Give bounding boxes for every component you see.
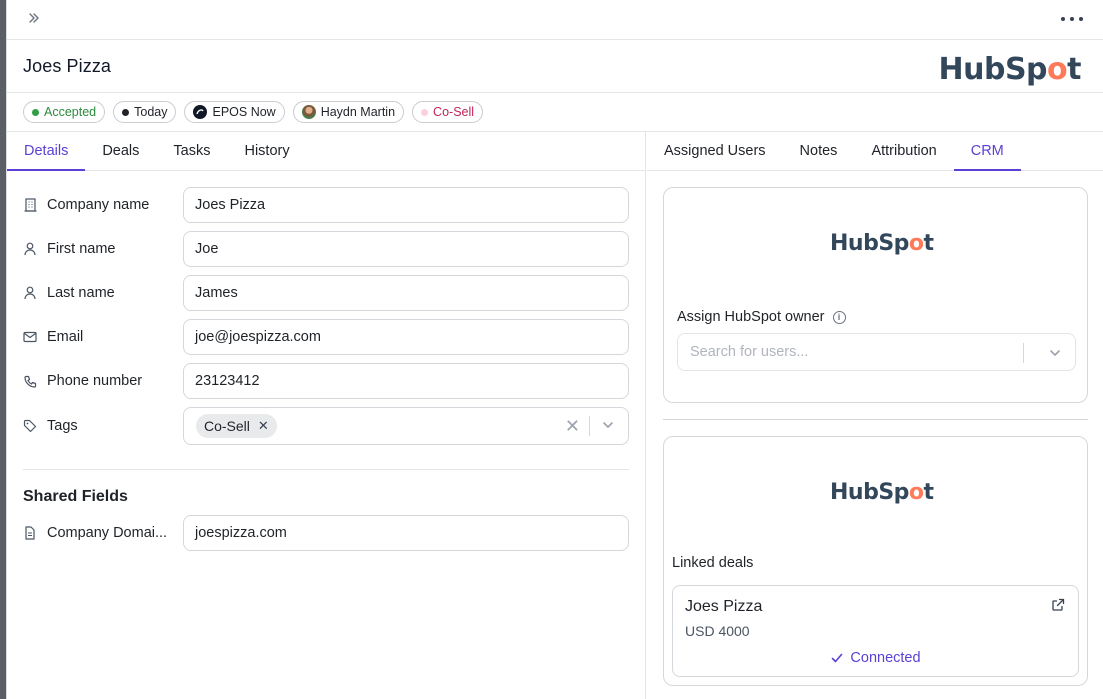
divider xyxy=(23,469,629,470)
phone-field[interactable]: 23123412 xyxy=(183,363,629,399)
mail-icon xyxy=(23,330,37,344)
status-dot-icon xyxy=(32,108,39,116)
email-label: Email xyxy=(47,329,84,345)
owner-search-input[interactable]: Search for users... xyxy=(677,333,1076,371)
clear-icon[interactable]: ✕ xyxy=(565,417,580,435)
title-bar: Joes Pizza HubSp o t xyxy=(7,40,1103,93)
record-panel: Joes Pizza HubSp o t Accepted Today EPOS N… xyxy=(6,0,1103,699)
remove-tag-icon[interactable]: ✕ xyxy=(258,418,269,434)
document-icon xyxy=(23,526,37,540)
linked-deals-card: HubSp o t Linked deals Joes Pizza USD 4000… xyxy=(663,436,1088,686)
dot-icon xyxy=(122,108,130,116)
date-badge[interactable]: Today xyxy=(113,101,177,123)
person-icon xyxy=(23,286,37,300)
owner-label: Assign HubSpot owner xyxy=(677,309,825,325)
company-domain-label: Company Domai... xyxy=(47,525,168,541)
last-name-field[interactable]: James xyxy=(183,275,629,311)
tab-history[interactable]: History xyxy=(227,132,306,171)
tab-crm[interactable]: CRM xyxy=(953,132,1021,171)
tags-field[interactable]: Co-Sell ✕ ✕ xyxy=(183,407,629,445)
deal-name: Joes Pizza xyxy=(685,598,763,615)
linked-deals-label: Linked deals xyxy=(672,555,754,571)
tags-label: Tags xyxy=(47,418,78,434)
deal-amount: USD 4000 xyxy=(685,623,750,639)
hubspot-logo: HubSp o t xyxy=(830,231,934,256)
owner-badge[interactable]: Haydn Martin xyxy=(292,101,405,123)
phone-icon xyxy=(23,374,37,388)
page-title: Joes Pizza xyxy=(23,56,112,76)
crm-pane: Assigned Users Notes Attribution CRM Hub… xyxy=(647,132,1103,699)
first-name-field[interactable]: Joe xyxy=(183,231,629,267)
chevron-down-icon[interactable] xyxy=(1048,346,1062,360)
expand-icon[interactable] xyxy=(27,11,45,29)
tab-attribution[interactable]: Attribution xyxy=(854,132,953,171)
info-icon[interactable]: i xyxy=(832,310,846,324)
right-tabs: Assigned Users Notes Attribution CRM xyxy=(647,132,1103,171)
tag-icon xyxy=(23,419,37,433)
left-tabs: Details Deals Tasks History xyxy=(7,132,645,171)
shared-fields-heading: Shared Fields xyxy=(23,488,128,505)
phone-label: Phone number xyxy=(47,373,143,389)
hubspot-owner-card: HubSp o t Assign HubSpot owner i Search fo… xyxy=(663,187,1088,403)
hubspot-logo: HubSp o t xyxy=(938,52,1082,87)
connected-status: Connected xyxy=(673,650,1078,666)
status-badge-accepted[interactable]: Accepted xyxy=(23,101,106,123)
chevron-down-icon[interactable] xyxy=(601,418,615,432)
phone-row: Phone number 23123412 xyxy=(23,363,629,399)
avatar xyxy=(301,105,316,119)
first-name-label: First name xyxy=(47,241,116,257)
epos-logo-icon xyxy=(193,105,208,119)
last-name-label: Last name xyxy=(47,285,115,301)
building-icon xyxy=(23,198,37,212)
details-pane: Details Deals Tasks History Company name… xyxy=(7,132,646,699)
deal-card[interactable]: Joes Pizza USD 4000 Connected xyxy=(672,585,1079,677)
check-icon xyxy=(832,653,843,663)
dot-icon xyxy=(421,108,429,116)
company-domain-field[interactable]: joespizza.com xyxy=(183,515,629,551)
cosell-badge[interactable]: Co-Sell xyxy=(412,101,484,123)
tag-chip: Co-Sell ✕ xyxy=(196,414,277,438)
tab-assigned-users[interactable]: Assigned Users xyxy=(647,132,783,171)
email-row: Email joe@joespizza.com xyxy=(23,319,629,355)
more-options-icon[interactable] xyxy=(1061,10,1083,28)
tab-deals[interactable]: Deals xyxy=(85,132,156,171)
top-bar xyxy=(7,0,1103,40)
person-icon xyxy=(23,242,37,256)
company-name-label: Company name xyxy=(47,197,150,213)
status-chips: Accepted Today EPOS Now Haydn Martin Co-… xyxy=(7,93,1103,132)
tab-notes[interactable]: Notes xyxy=(783,132,855,171)
first-name-row: First name Joe xyxy=(23,231,629,267)
details-form: Company name Joes Pizza First name Joe L… xyxy=(7,171,645,551)
email-field[interactable]: joe@joespizza.com xyxy=(183,319,629,355)
hubspot-logo: HubSp o t xyxy=(830,480,934,505)
last-name-row: Last name James xyxy=(23,275,629,311)
company-domain-row: Company Domai... joespizza.com xyxy=(23,515,629,551)
company-name-field[interactable]: Joes Pizza xyxy=(183,187,629,223)
divider xyxy=(663,419,1088,420)
company-name-row: Company name Joes Pizza xyxy=(23,187,629,223)
tags-row: Tags Co-Sell ✕ ✕ xyxy=(23,407,629,445)
external-link-icon[interactable] xyxy=(1051,598,1065,612)
tab-details[interactable]: Details xyxy=(7,132,86,171)
tab-tasks[interactable]: Tasks xyxy=(156,132,227,171)
partner-badge[interactable]: EPOS Now xyxy=(184,101,285,123)
